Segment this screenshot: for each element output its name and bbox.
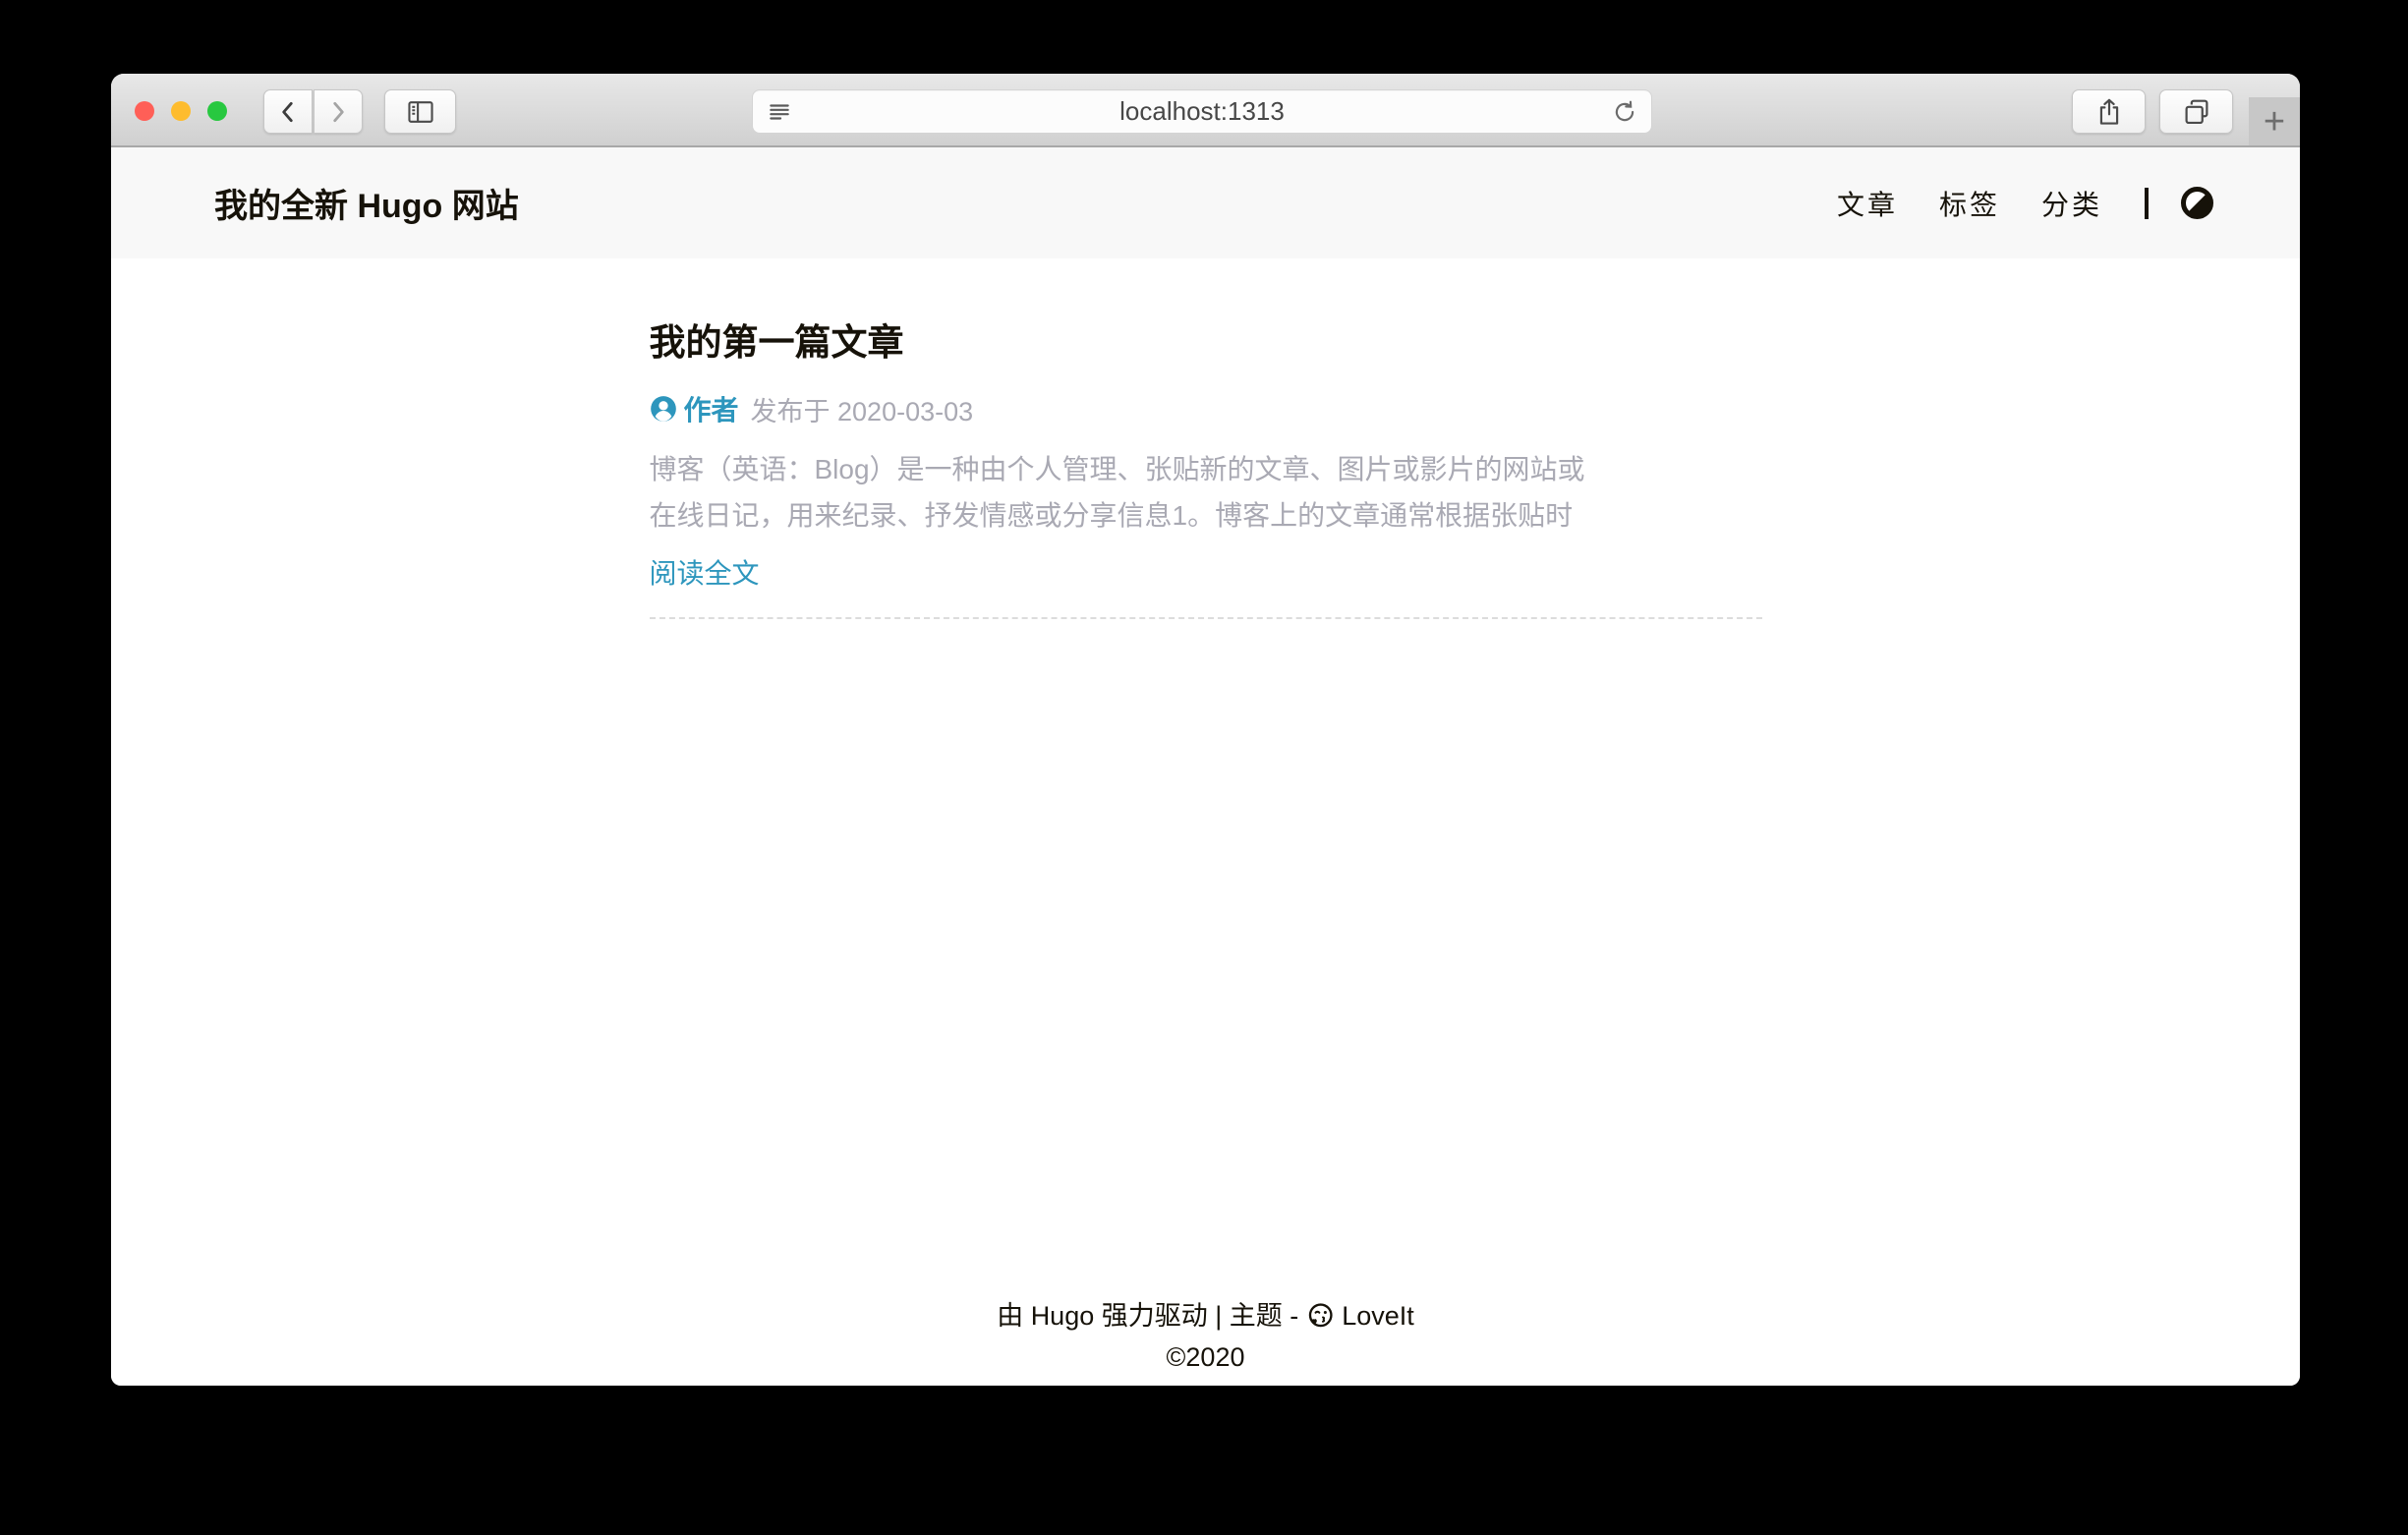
- summary-line: 博客（英语：Blog）是一种由个人管理、张贴新的文章、图片或影片的网站或: [650, 446, 1762, 492]
- safari-window: localhost:1313 + 我的全新 Hugo 网站 文章 标签: [111, 74, 2300, 1386]
- post-title[interactable]: 我的第一篇文章: [650, 313, 1762, 366]
- site-header: 我的全新 Hugo 网站 文章 标签 分类: [111, 147, 2300, 258]
- web-page: 我的全新 Hugo 网站 文章 标签 分类 我的第一篇文章 作者 发布于 202…: [111, 147, 2300, 1386]
- nav-item-categories[interactable]: 分类: [2041, 184, 2102, 223]
- url-text[interactable]: localhost:1313: [792, 96, 1612, 127]
- zoom-window-button[interactable]: [207, 101, 227, 121]
- tabs-overview-icon: [2182, 97, 2211, 127]
- browser-toolbar: localhost:1313 +: [111, 74, 2300, 147]
- nav-item-tags[interactable]: 标签: [1939, 184, 2000, 223]
- reload-icon[interactable]: [1612, 99, 1637, 125]
- author-link[interactable]: 作者: [684, 389, 739, 428]
- post-summary-card: 我的第一篇文章 作者 发布于 2020-03-03 博客（英语：Blog）是一种…: [650, 313, 1762, 619]
- traffic-lights: [135, 101, 227, 121]
- nav-divider: [2145, 188, 2149, 219]
- show-all-tabs-button[interactable]: [2159, 89, 2233, 134]
- read-more-link[interactable]: 阅读全文: [650, 552, 760, 592]
- publish-date: 发布于 2020-03-03: [751, 390, 974, 428]
- sidebar-toggle-button[interactable]: [384, 89, 456, 134]
- plus-icon: +: [2264, 103, 2285, 141]
- site-footer: 由 Hugo 强力驱动 | 主题 - LoveIt ©2020: [111, 1295, 2300, 1386]
- back-chevron-icon: [275, 99, 301, 125]
- powered-by-line: 由 Hugo 强力驱动 | 主题 - LoveIt: [111, 1295, 2300, 1336]
- post-summary: 博客（英语：Blog）是一种由个人管理、张贴新的文章、图片或影片的网站或 在线日…: [650, 446, 1762, 539]
- new-tab-button[interactable]: +: [2249, 97, 2300, 145]
- copyright-line: ©2020: [111, 1336, 2300, 1378]
- post-divider: [650, 617, 1762, 619]
- minimize-window-button[interactable]: [171, 101, 191, 121]
- share-button[interactable]: [2072, 89, 2146, 134]
- close-window-button[interactable]: [135, 101, 154, 121]
- summary-line: 在线日记，用来纪录、抒发情感或分享信息1。博客上的文章通常根据张贴时: [650, 492, 1762, 539]
- powered-by-text: 由 Hugo 强力驱动 | 主题 -: [997, 1295, 1298, 1336]
- reader-view-icon[interactable]: [767, 99, 792, 125]
- nav-item-posts[interactable]: 文章: [1837, 184, 1898, 223]
- site-nav: 文章 标签 分类: [1796, 184, 2213, 223]
- back-button[interactable]: [263, 89, 313, 134]
- desktop-background: { "browser": { "url": "localhost:1313", …: [0, 0, 2408, 1535]
- main-content: 我的第一篇文章 作者 发布于 2020-03-03 博客（英语：Blog）是一种…: [650, 258, 1762, 1295]
- theme-toggle-icon[interactable]: [2181, 187, 2213, 219]
- share-icon: [2095, 97, 2123, 127]
- forward-chevron-icon: [325, 99, 351, 125]
- sidebar-icon: [406, 98, 435, 126]
- site-title[interactable]: 我的全新 Hugo 网站: [214, 179, 519, 227]
- author-avatar-icon: [650, 395, 677, 423]
- address-bar[interactable]: localhost:1313: [752, 89, 1652, 134]
- post-meta: 作者 发布于 2020-03-03: [650, 389, 1762, 428]
- forward-button[interactable]: [314, 89, 363, 134]
- theme-name-link[interactable]: LoveIt: [1342, 1295, 1414, 1336]
- kiss-wink-heart-icon: [1306, 1302, 1334, 1330]
